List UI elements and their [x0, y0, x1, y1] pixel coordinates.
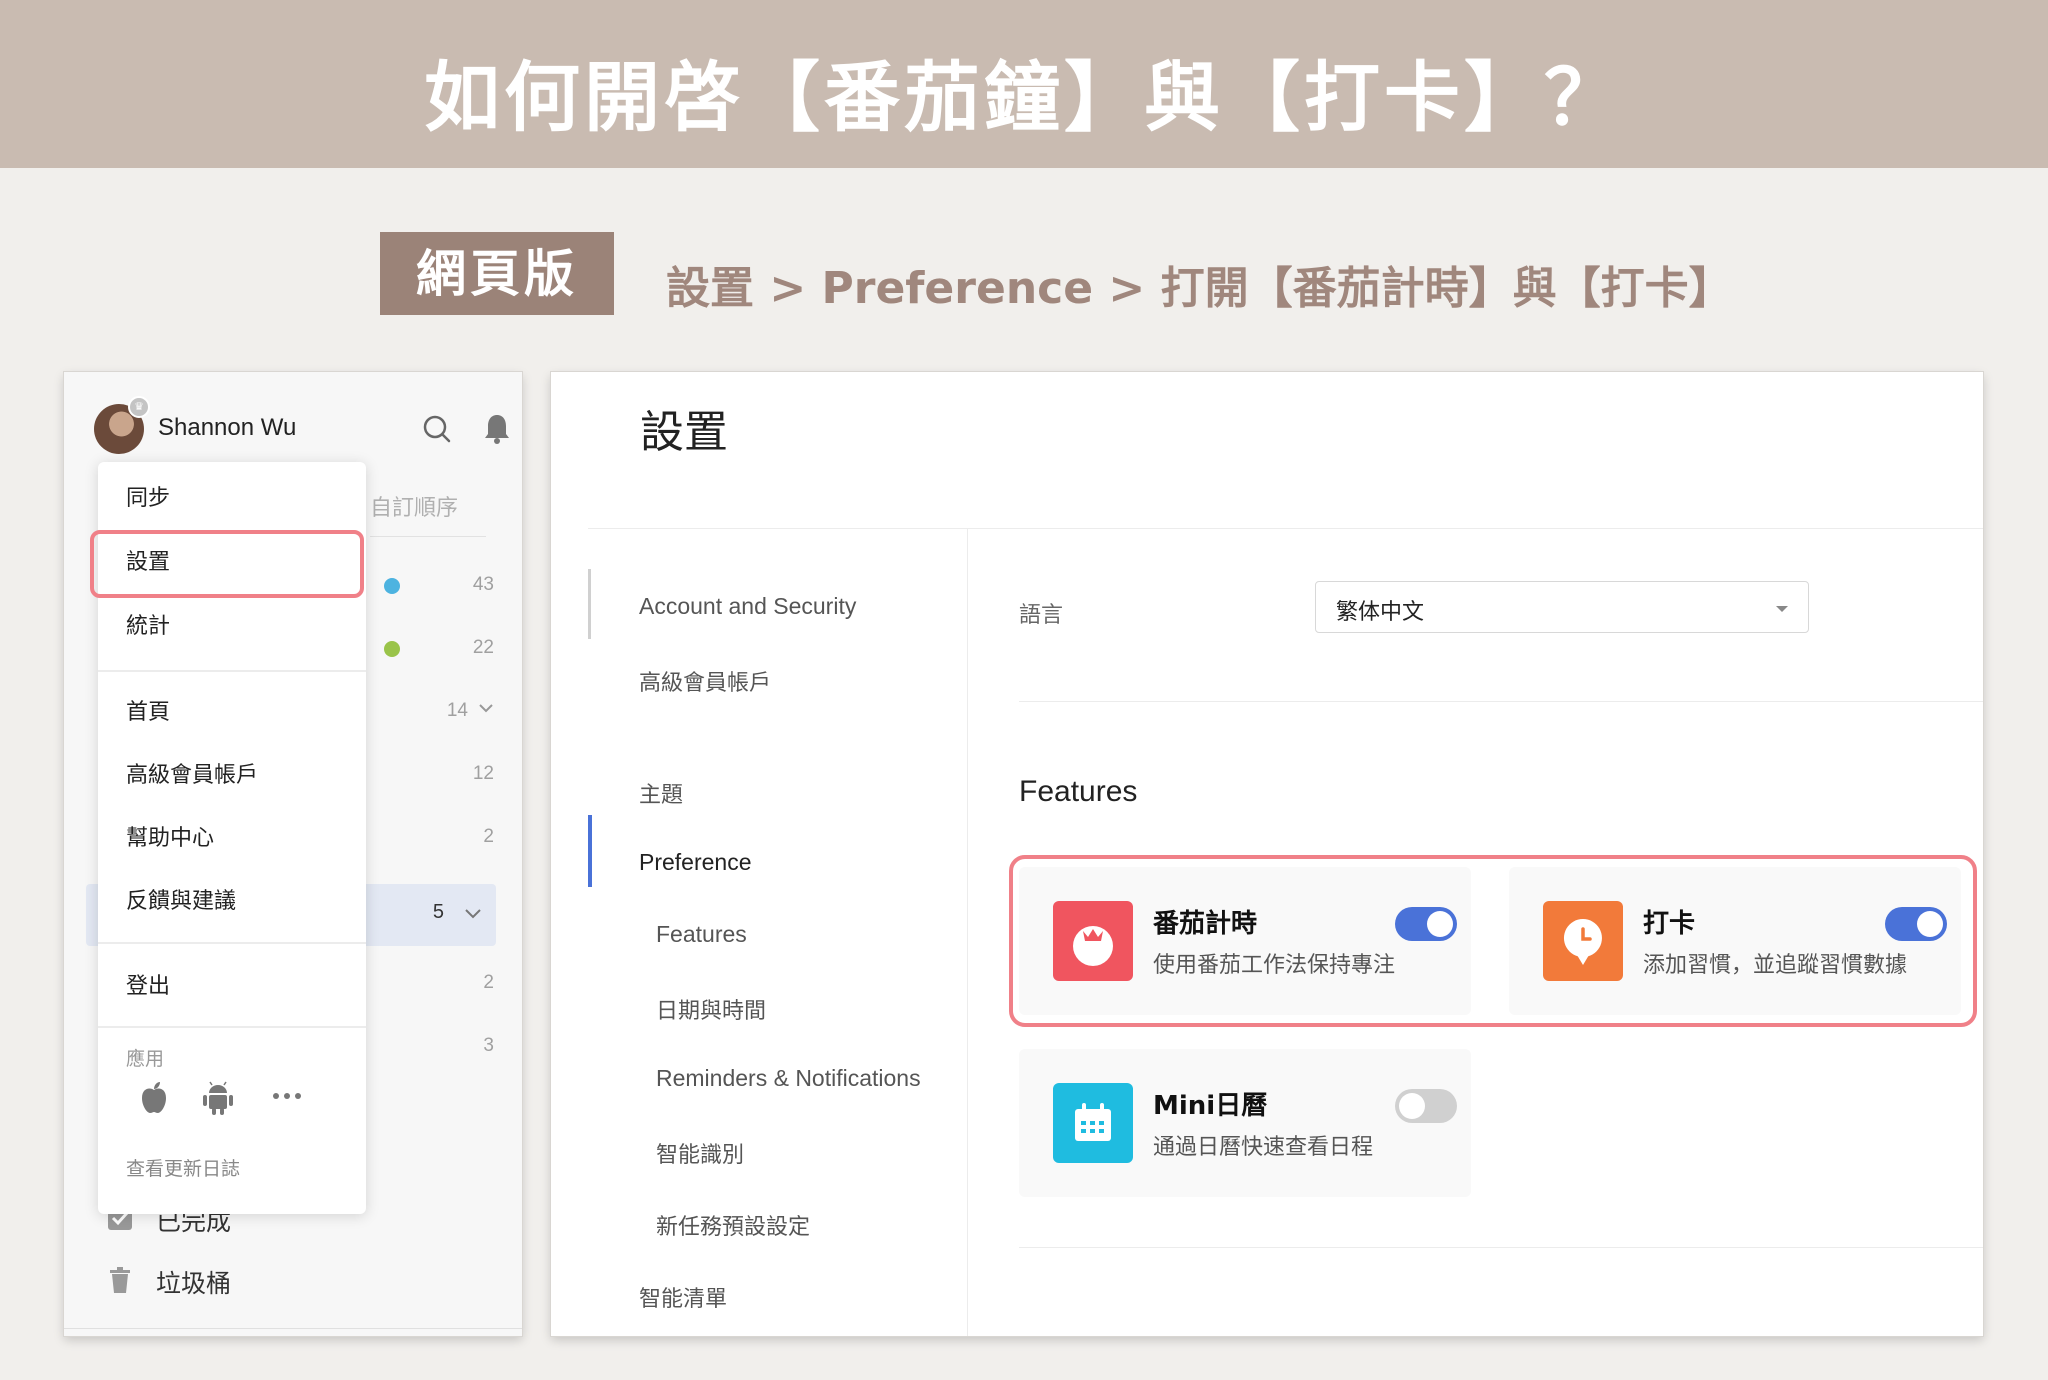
- menu-item-premium[interactable]: 高級會員帳戶: [98, 747, 366, 805]
- count: 2: [483, 972, 494, 993]
- instruction-path: 設置 > Preference > 打開【番茄計時】與【打卡】: [666, 263, 1733, 314]
- user-header: ♛ Shannon Wu: [94, 396, 509, 458]
- menu-item-help[interactable]: 幫助中心: [98, 810, 366, 868]
- page-title: 設置: [640, 407, 728, 458]
- nav-item-smart-recognition[interactable]: 智能識別: [656, 1137, 744, 1169]
- toggle-knob: [1399, 1093, 1425, 1119]
- menu-item-logout[interactable]: 登出: [98, 958, 366, 1016]
- divider: [370, 536, 486, 537]
- list-row[interactable]: 14: [384, 696, 494, 726]
- nav-item-date-time[interactable]: 日期與時間: [656, 993, 766, 1025]
- nav-item-account-security[interactable]: Account and Security: [639, 593, 856, 620]
- settings-nav: Account and Security 高級會員帳戶 主題 Preferenc…: [588, 529, 968, 1336]
- nav-item-premium[interactable]: 高級會員帳戶: [639, 665, 771, 697]
- nav-item-features[interactable]: Features: [656, 921, 747, 948]
- bell-icon[interactable]: [482, 412, 512, 446]
- divider: [1019, 1247, 1983, 1248]
- calendar-icon: [1053, 1083, 1133, 1163]
- list-row[interactable]: 2: [384, 822, 494, 852]
- user-dropdown-menu: 同步 設置 統計 首頁 高級會員帳戶 幫助中心 反饋與建議 登出 應用 查看更新…: [90, 462, 366, 1214]
- feature-card-mini-calendar: Mini日曆 通過日曆快速查看日程: [1019, 1049, 1471, 1197]
- apple-icon[interactable]: [138, 1080, 170, 1116]
- apps-label: 應用: [126, 1048, 165, 1070]
- user-name[interactable]: Shannon Wu: [158, 414, 296, 442]
- feature-name: Mini日曆: [1153, 1091, 1268, 1121]
- divider: [98, 1026, 366, 1028]
- features-highlight-frame: [1009, 855, 1977, 1027]
- language-value: 繁体中文: [1336, 600, 1425, 625]
- list-row[interactable]: 2: [384, 968, 494, 998]
- language-label: 語言: [1019, 603, 1064, 628]
- chevron-down-icon[interactable]: [478, 698, 494, 718]
- chevron-down-icon[interactable]: [464, 902, 482, 924]
- count: 5: [432, 901, 444, 923]
- header-banner: 如何開啓【番茄鐘】與【打卡】？: [0, 0, 2048, 168]
- nav-item-theme[interactable]: 主題: [639, 777, 683, 809]
- android-icon[interactable]: [202, 1080, 234, 1116]
- settings-content: 語言 繁体中文 Features 番茄計時 使用番茄工作法保持專注 打卡 添加習…: [969, 529, 1983, 1336]
- settings-body: Account and Security 高級會員帳戶 主題 Preferenc…: [588, 528, 1983, 1336]
- search-icon[interactable]: [422, 414, 452, 444]
- features-heading: Features: [1019, 775, 1138, 808]
- divider: [98, 942, 366, 944]
- divider: [64, 1328, 522, 1329]
- app-sidebar-panel: ♛ Shannon Wu 自訂順序 43 22 14 12 2 5 2 3 已完…: [64, 372, 522, 1336]
- count: 3: [483, 1035, 494, 1056]
- trash-label: 垃圾桶: [156, 1269, 232, 1298]
- list-row[interactable]: 12: [384, 759, 494, 789]
- menu-item-statistics[interactable]: 統計: [98, 598, 366, 656]
- app-icons-row: [138, 1078, 338, 1118]
- caret-down-icon: [1776, 606, 1788, 612]
- sort-order-label[interactable]: 自訂順序: [370, 490, 458, 522]
- language-select[interactable]: 繁体中文: [1315, 581, 1809, 633]
- count: 43: [472, 574, 494, 595]
- menu-item-feedback[interactable]: 反饋與建議: [98, 873, 366, 931]
- count: 22: [472, 637, 494, 658]
- count: 2: [483, 826, 494, 847]
- settings-highlight-frame: [90, 530, 364, 598]
- mini-calendar-toggle[interactable]: [1395, 1089, 1457, 1123]
- list-row[interactable]: 43: [384, 570, 494, 600]
- nav-item-smart-lists[interactable]: 智能清單: [639, 1281, 727, 1313]
- banner-title: 如何開啓【番茄鐘】與【打卡】？: [424, 53, 1624, 142]
- color-dot: [384, 641, 400, 657]
- color-dot: [384, 578, 400, 594]
- changelog-link[interactable]: 查看更新日誌: [126, 1154, 240, 1181]
- crown-icon: ♛: [128, 396, 150, 418]
- list-row[interactable]: 3: [384, 1031, 494, 1061]
- more-icon[interactable]: [272, 1092, 302, 1100]
- settings-panel: 設置 Account and Security 高級會員帳戶 主題 Prefer…: [551, 372, 1983, 1336]
- divider: [1019, 701, 1983, 702]
- count: 14: [446, 700, 468, 721]
- menu-item-home[interactable]: 首頁: [98, 684, 366, 742]
- feature-description: 通過日曆快速查看日程: [1153, 1135, 1374, 1160]
- list-row[interactable]: 22: [384, 633, 494, 663]
- nav-indicator: [588, 569, 591, 639]
- menu-item-sync[interactable]: 同步: [98, 470, 366, 528]
- nav-active-indicator: [588, 815, 592, 887]
- nav-item-task-defaults[interactable]: 新任務預設設定: [656, 1209, 810, 1241]
- nav-item-reminders[interactable]: Reminders & Notifications: [656, 1065, 921, 1092]
- trash-icon: [110, 1267, 130, 1293]
- version-tag: 網頁版: [380, 232, 614, 315]
- divider: [98, 670, 366, 672]
- nav-item-preference[interactable]: Preference: [639, 849, 752, 876]
- trash-item[interactable]: 垃圾桶: [106, 1260, 466, 1300]
- count: 12: [472, 763, 494, 784]
